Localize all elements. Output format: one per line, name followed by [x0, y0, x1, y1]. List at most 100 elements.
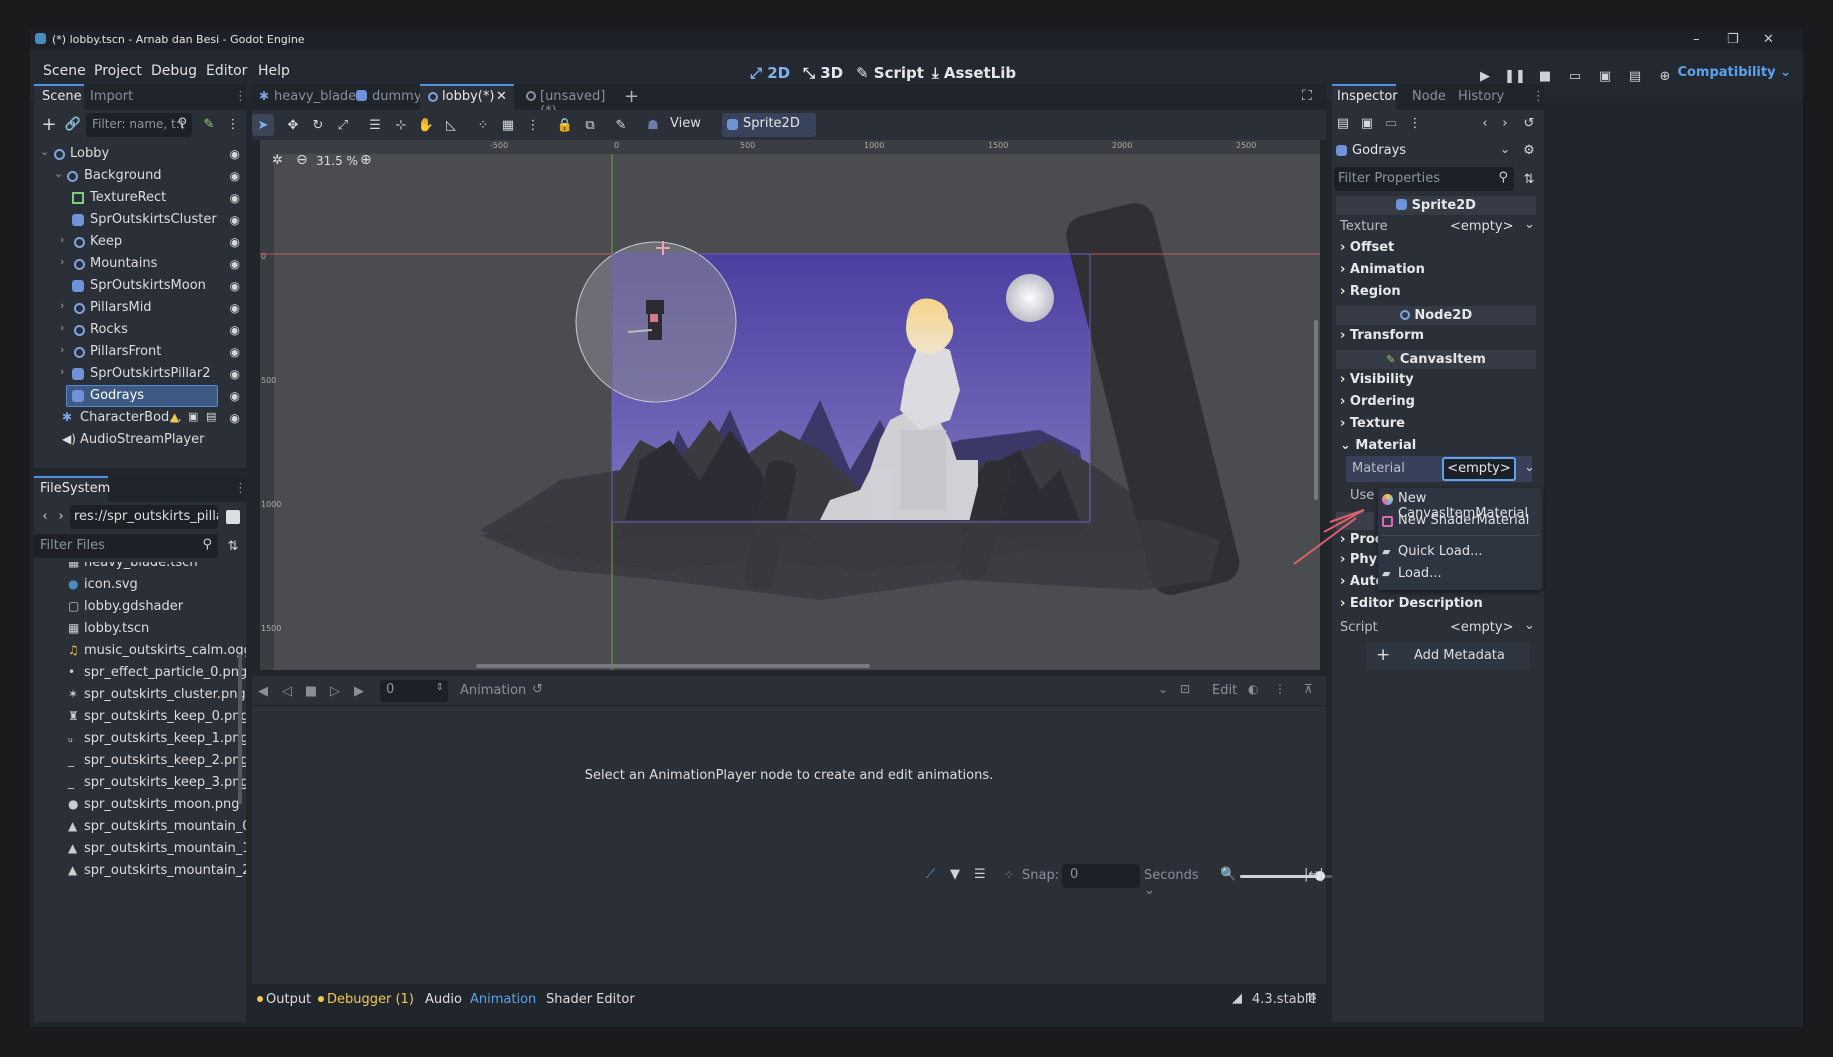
- category-ordering[interactable]: › Ordering: [1340, 394, 1415, 409]
- tree-item-mountains[interactable]: › Mountains ◉: [34, 253, 244, 275]
- viewport-v-scrollbar[interactable]: [1314, 320, 1318, 500]
- menu-new-shadermaterial[interactable]: New ShaderMaterial: [1378, 510, 1538, 532]
- tree-item-godrays[interactable]: Godrays ◉: [34, 385, 244, 407]
- file-item[interactable]: ♜ spr_outskirts_keep_0.png: [34, 706, 246, 728]
- dock-menu-icon[interactable]: ⋮: [1532, 89, 1545, 104]
- sort-tracks-icon[interactable]: ☰: [974, 867, 986, 882]
- file-item[interactable]: ▦ lobby.tscn: [34, 618, 234, 640]
- category-texture[interactable]: › Texture: [1340, 416, 1405, 431]
- object-selector[interactable]: Godrays ⌄: [1334, 140, 1512, 162]
- zoom-in-icon[interactable]: ⊕: [360, 152, 372, 168]
- rotate-mode-icon[interactable]: ↻: [307, 114, 329, 136]
- collapse-arrow-icon[interactable]: ⌄: [40, 145, 49, 158]
- play-icon[interactable]: ▶: [1475, 66, 1495, 86]
- file-item[interactable]: ✶ spr_outskirts_cluster.png: [34, 684, 246, 706]
- file-item[interactable]: ▲spr_outskirts_mountain_0....: [34, 816, 246, 838]
- chevron-down-icon[interactable]: ⌄: [1524, 217, 1535, 232]
- file-item[interactable]: ● spr_outskirts_moon.png: [34, 794, 239, 816]
- movie-maker-icon[interactable]: ⊕: [1655, 66, 1675, 86]
- filter-properties-input[interactable]: Filter Properties ⚲: [1334, 167, 1514, 191]
- zoom-out-icon[interactable]: ⊖: [296, 152, 308, 168]
- close-tab-icon[interactable]: ✕: [496, 89, 507, 104]
- menu-load[interactable]: ▰ Load...: [1378, 563, 1538, 585]
- tab-node[interactable]: Node: [1412, 89, 1446, 104]
- material-value-button[interactable]: <empty>: [1442, 457, 1516, 481]
- new-resource-icon[interactable]: ▤: [1332, 112, 1354, 134]
- file-filter-input[interactable]: Filter Files ⚲: [34, 534, 218, 558]
- move-mode-icon[interactable]: ✥: [282, 114, 304, 136]
- expand-arrow-icon[interactable]: ›: [60, 255, 64, 268]
- visibility-eye-icon[interactable]: ◉: [230, 213, 240, 227]
- tree-item-keep[interactable]: › Keep ◉: [34, 231, 244, 253]
- smart-snap-icon[interactable]: ⁘: [472, 114, 494, 136]
- blend-times-icon[interactable]: ⊡: [1180, 682, 1190, 696]
- minimize-button[interactable]: –: [1693, 32, 1700, 47]
- file-item[interactable]: ᵤ spr_outskirts_keep_1.png: [34, 728, 246, 750]
- tab-audio[interactable]: Audio: [425, 992, 462, 1007]
- open-scene-icon[interactable]: ▣: [188, 410, 198, 423]
- renderer-dropdown[interactable]: Compatibility ⌄: [1677, 65, 1791, 80]
- tab-filesystem[interactable]: FileSystem: [40, 481, 110, 496]
- collapse-arrow-icon[interactable]: ⌄: [54, 167, 63, 180]
- pan-mode-icon[interactable]: ✋: [415, 114, 437, 136]
- visibility-eye-icon[interactable]: ◉: [230, 235, 240, 249]
- visibility-eye-icon[interactable]: ◉: [230, 389, 240, 403]
- tree-item-sproutskirtscluster[interactable]: SprOutskirtsCluster ◉: [34, 209, 244, 231]
- tree-item-characterbody[interactable]: ✱ CharacterBod... ▲ ▣ ▤ ◉: [34, 407, 244, 429]
- object-history-icon[interactable]: ↺: [1518, 112, 1540, 134]
- canvas-viewport[interactable]: -500 0 500 1000 1500 2000 2500 0 500 100…: [260, 140, 1320, 670]
- file-item[interactable]: ♫ music_outskirts_calm.ogg: [34, 640, 246, 662]
- category-editor-description[interactable]: › Editor Description: [1340, 596, 1483, 611]
- animation-dropdown[interactable]: Animation: [460, 683, 526, 698]
- visibility-eye-icon[interactable]: ◉: [230, 257, 240, 271]
- file-item[interactable]: _ spr_outskirts_keep_3.png: [34, 772, 246, 794]
- snap-input[interactable]: 0: [1062, 864, 1140, 888]
- history-forward-icon[interactable]: ›: [1494, 112, 1516, 134]
- sprite2d-menu-button[interactable]: Sprite2D: [722, 113, 816, 137]
- category-visibility[interactable]: › Visibility: [1340, 372, 1414, 387]
- filesystem-path-field[interactable]: res://spr_outskirts_pillar2.p: [70, 505, 218, 529]
- play-icon[interactable]: ▶: [348, 680, 370, 702]
- frame-spinbox[interactable]: 0 ⇕: [380, 680, 448, 702]
- node-config-icon[interactable]: ⚙: [1518, 139, 1540, 161]
- onion-skin-icon[interactable]: ◐: [1248, 682, 1258, 696]
- visibility-eye-icon[interactable]: ◉: [230, 411, 240, 425]
- file-item[interactable]: _ spr_outskirts_keep_2.png: [34, 750, 246, 772]
- add-tab-icon[interactable]: +: [624, 86, 639, 107]
- expand-arrow-icon[interactable]: ›: [60, 233, 64, 246]
- scale-mode-icon[interactable]: ⤢: [332, 114, 354, 136]
- visibility-eye-icon[interactable]: ◉: [230, 147, 240, 161]
- menu-quick-load[interactable]: ▰ Quick Load...: [1378, 541, 1538, 563]
- expand-arrow-icon[interactable]: ›: [60, 321, 64, 334]
- forward-icon[interactable]: ›: [50, 505, 72, 527]
- fit-timeline-icon[interactable]: |↔|: [1304, 867, 1324, 882]
- grid-snap-icon[interactable]: ▦: [497, 114, 519, 136]
- tree-item-rocks[interactable]: › Rocks ◉: [34, 319, 244, 341]
- save-resource-icon[interactable]: ▭: [1380, 112, 1402, 134]
- file-item[interactable]: • spr_effect_particle_0.png: [34, 662, 246, 684]
- file-list-scrollbar[interactable]: [238, 654, 242, 804]
- snap-icon[interactable]: ⁘: [1004, 868, 1014, 882]
- tab-debugger[interactable]: Debugger (1): [327, 992, 414, 1007]
- mode-script-button[interactable]: ✎ Script: [856, 64, 924, 82]
- filter-icon[interactable]: ▼: [950, 867, 960, 882]
- tree-item-lobby[interactable]: ⌄ Lobby ◉: [34, 143, 244, 165]
- chevron-down-icon[interactable]: ⌄: [1524, 460, 1535, 475]
- play-from-start-icon[interactable]: ▷: [324, 680, 346, 702]
- sort-icon[interactable]: ⇅: [222, 535, 244, 557]
- category-region[interactable]: › Region: [1340, 284, 1401, 299]
- menu-editor[interactable]: Editor: [206, 63, 247, 79]
- instance-scene-icon[interactable]: 🔗: [62, 113, 84, 135]
- play-scene-icon[interactable]: ▣: [1595, 66, 1615, 86]
- tree-item-pillarsmid[interactable]: › PillarsMid ◉: [34, 297, 244, 319]
- visibility-eye-icon[interactable]: ◉: [230, 323, 240, 337]
- file-item[interactable]: ▲spr_outskirts_mountain_1....: [34, 838, 246, 860]
- load-resource-icon[interactable]: ▣: [1356, 112, 1378, 134]
- mode-3d-button[interactable]: ⤡ 3D: [803, 64, 843, 82]
- property-options-icon[interactable]: ⇅: [1518, 168, 1540, 190]
- remote-debug-icon[interactable]: ▭: [1565, 66, 1585, 86]
- maximize-button[interactable]: ❐: [1727, 32, 1739, 47]
- scene-options-icon[interactable]: ⋮: [222, 113, 244, 135]
- attach-script-icon[interactable]: ✎: [198, 113, 220, 135]
- file-item[interactable]: ● icon.svg: [34, 574, 234, 596]
